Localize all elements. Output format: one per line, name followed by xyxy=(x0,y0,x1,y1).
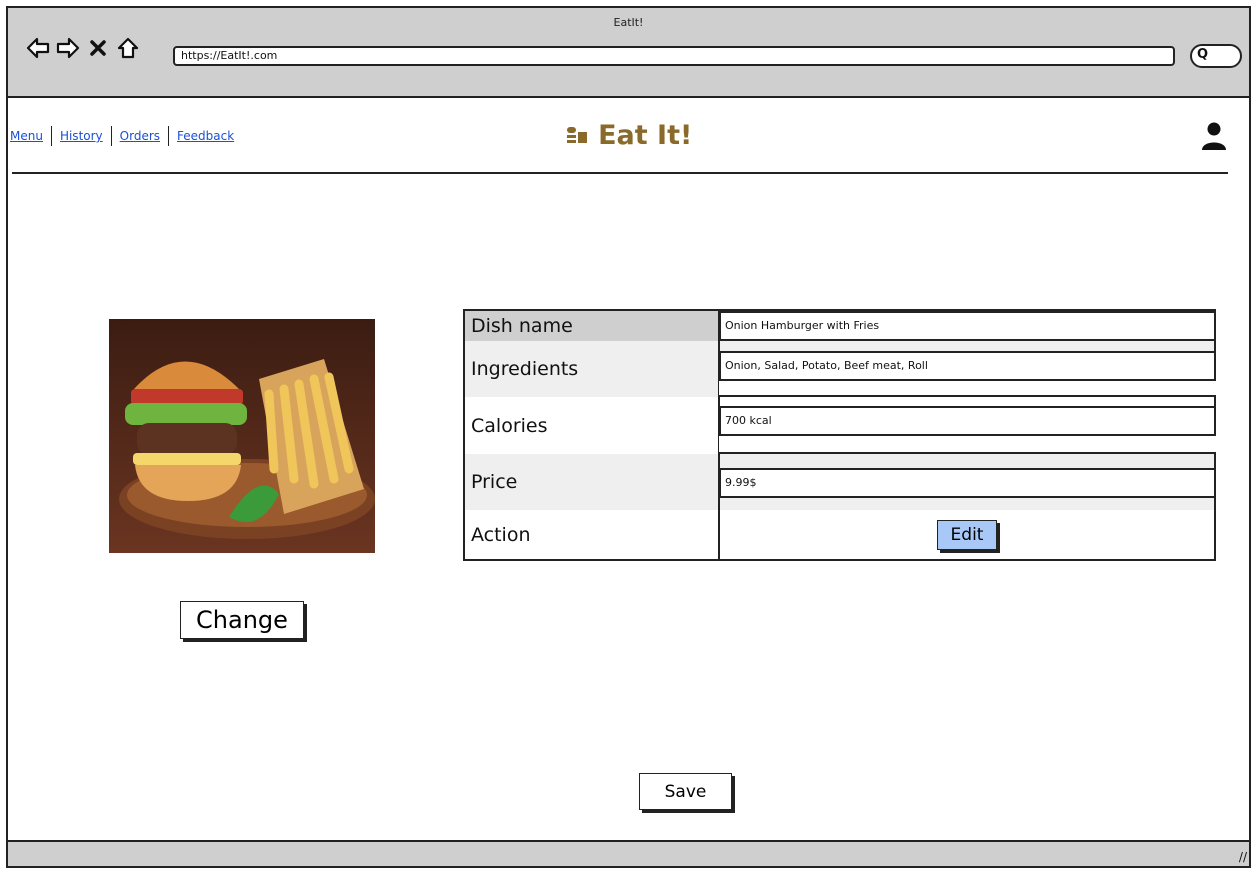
ingredients-extra-line xyxy=(719,381,1216,397)
browser-nav-icons xyxy=(26,36,140,60)
browser-window: EatIt! https://EatIt!.com Q Menu History… xyxy=(6,6,1251,868)
edit-button[interactable]: Edit xyxy=(937,520,997,550)
label-ingredients: Ingredients xyxy=(471,358,579,380)
close-icon[interactable] xyxy=(86,36,110,60)
column-divider xyxy=(718,510,720,559)
label-action: Action xyxy=(471,523,531,546)
label-calories: Calories xyxy=(471,414,548,437)
back-arrow-icon[interactable] xyxy=(26,36,50,60)
window-title: EatIt! xyxy=(613,16,644,29)
user-account-icon[interactable] xyxy=(1201,121,1227,155)
dish-name-field[interactable]: Onion Hamburger with Fries xyxy=(719,311,1216,341)
row-ingredients: Ingredients Onion, Salad, Potato, Beef m… xyxy=(465,341,1216,397)
search-icon: Q xyxy=(1197,47,1209,62)
calories-field[interactable]: 700 kcal xyxy=(719,406,1216,436)
row-calories: Calories 700 kcal xyxy=(465,397,1216,454)
price-field[interactable]: 9.99$ xyxy=(719,468,1216,498)
label-price: Price xyxy=(471,471,518,493)
status-bar: // xyxy=(8,840,1249,866)
save-button[interactable]: Save xyxy=(639,773,732,810)
dish-image xyxy=(109,319,375,553)
row-action: Action Edit xyxy=(465,510,1214,559)
resize-grip-icon[interactable]: // xyxy=(1239,850,1247,864)
brand-logo: Eat It! xyxy=(8,120,1249,151)
dish-details-table: Dish name Onion Hamburger with Fries Ing… xyxy=(463,309,1216,561)
row-dish-name: Dish name Onion Hamburger with Fries xyxy=(465,311,1216,341)
change-image-button[interactable]: Change xyxy=(180,601,304,639)
row-price: Price 9.99$ xyxy=(465,454,1216,510)
label-dish-name: Dish name xyxy=(465,311,718,341)
search-button[interactable]: Q xyxy=(1190,44,1242,68)
brand-name: Eat It! xyxy=(598,120,693,151)
header-divider xyxy=(12,172,1228,174)
calories-extra-line xyxy=(719,436,1216,454)
forward-arrow-icon[interactable] xyxy=(56,36,80,60)
browser-chrome: EatIt! https://EatIt!.com Q xyxy=(8,8,1249,98)
home-icon[interactable] xyxy=(116,36,140,60)
ingredients-field[interactable]: Onion, Salad, Potato, Beef meat, Roll xyxy=(719,351,1216,381)
burger-icon xyxy=(565,120,598,151)
url-bar[interactable]: https://EatIt!.com xyxy=(173,46,1175,66)
